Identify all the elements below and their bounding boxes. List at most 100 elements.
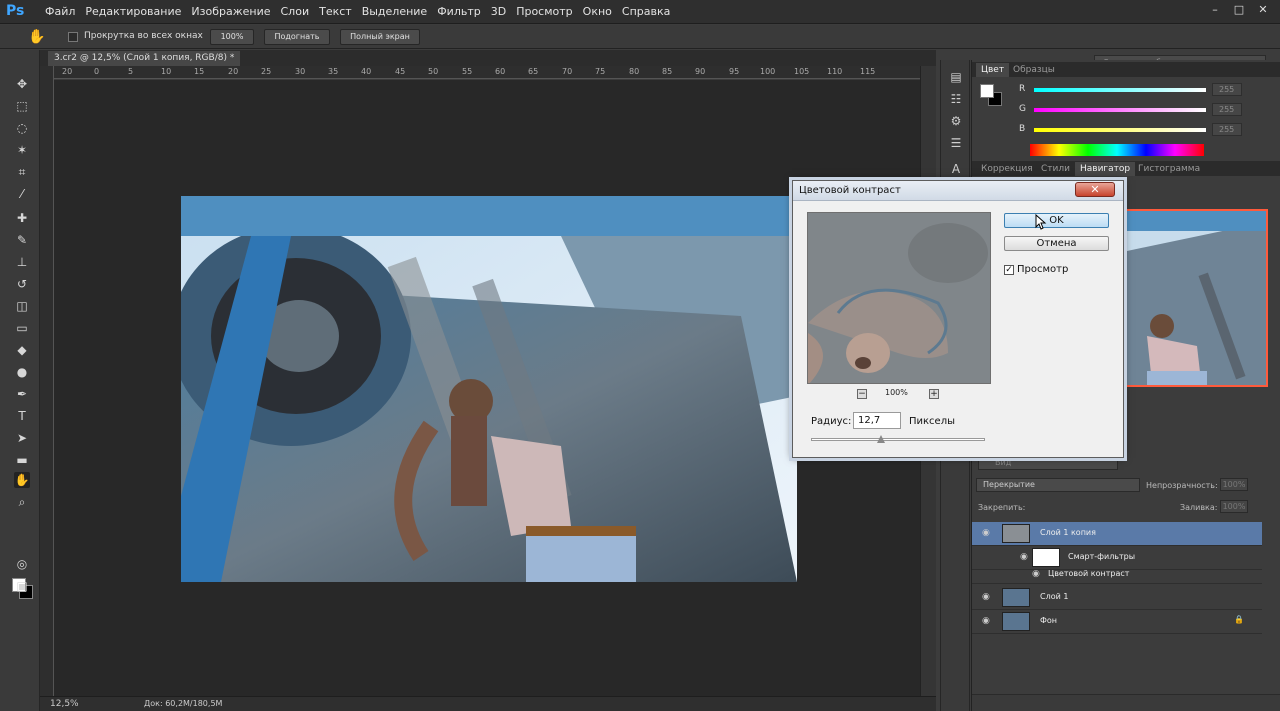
visibility-eye-icon[interactable]: ◉ <box>982 528 990 538</box>
visibility-eye-icon[interactable]: ◉ <box>982 592 990 602</box>
visibility-eye-icon[interactable]: ◉ <box>1032 569 1040 579</box>
maximize-button[interactable]: □ <box>1228 2 1250 18</box>
color-panel-foreground-swatch[interactable] <box>980 84 994 98</box>
channel-g-value[interactable]: 255 <box>1212 103 1242 116</box>
history-brush-icon[interactable]: ↺ <box>14 276 30 292</box>
fit-screen-button[interactable]: Подогнать <box>264 29 330 45</box>
zoom-tool-icon[interactable]: ⌕ <box>14 494 30 510</box>
ruler-tick: 45 <box>395 67 406 76</box>
hand-tool-icon[interactable]: ✋ <box>14 472 30 488</box>
layer-row[interactable]: ◉ Фон 🔒 <box>972 610 1262 634</box>
radius-unit: Пикселы <box>909 416 955 427</box>
visibility-eye-icon[interactable]: ◉ <box>1020 552 1028 562</box>
layer-row[interactable]: ◉ Слой 1 копия <box>972 522 1262 546</box>
opacity-input[interactable]: 100% <box>1220 478 1248 491</box>
menu-help[interactable]: Справка <box>617 5 675 18</box>
actions-panel-icon[interactable]: ⚙ <box>947 112 965 130</box>
visibility-eye-icon[interactable]: ◉ <box>982 616 990 626</box>
status-bar: 12,5% Док: 60,2M/180,5M <box>40 696 936 711</box>
tab-histogram[interactable]: Гистограмма <box>1133 162 1205 176</box>
menu-image[interactable]: Изображение <box>186 5 275 18</box>
menu-filter[interactable]: Фильтр <box>432 5 486 18</box>
dodge-tool-icon[interactable]: ● <box>14 364 30 380</box>
dialog-titlebar[interactable]: Цветовой контраст ✕ <box>793 181 1123 201</box>
zoom-out-icon[interactable]: − <box>857 389 867 399</box>
healing-brush-icon[interactable]: ✚ <box>14 210 30 226</box>
scroll-all-windows-checkbox[interactable] <box>68 32 78 42</box>
menu-select[interactable]: Выделение <box>357 5 433 18</box>
zoom-100-button[interactable]: 100% <box>210 29 254 45</box>
shape-tool-icon[interactable]: ▬ <box>14 452 30 468</box>
layers-bottom-toolbar <box>972 694 1280 711</box>
channel-b-value[interactable]: 255 <box>1212 123 1242 136</box>
hand-tool-icon[interactable]: ✋ <box>28 29 45 45</box>
menu-window[interactable]: Окно <box>578 5 617 18</box>
character-panel-icon[interactable]: A <box>947 160 965 178</box>
menu-view[interactable]: Просмотр <box>511 5 577 18</box>
filter-preview[interactable] <box>807 212 991 384</box>
pen-tool-icon[interactable]: ✒ <box>14 386 30 402</box>
gradient-icon[interactable]: ▭ <box>14 320 30 336</box>
dialog-title: Цветовой контраст <box>799 185 901 196</box>
fullscreen-button[interactable]: Полный экран <box>340 29 420 45</box>
layer-filter-input[interactable]: Вид <box>978 456 1118 470</box>
blur-tool-icon[interactable]: ◆ <box>14 342 30 358</box>
minimize-button[interactable]: – <box>1204 2 1226 18</box>
color-panel-tabs: Цвет Образцы <box>972 62 1280 77</box>
layers-panel: Вид Перекрытие Непрозрачность: 100% Закр… <box>972 448 1280 711</box>
channel-g-slider[interactable] <box>1034 108 1206 112</box>
status-zoom-value[interactable]: 12,5% <box>50 699 79 709</box>
document-image[interactable] <box>181 196 797 582</box>
menu-edit[interactable]: Редактирование <box>80 5 186 18</box>
menu-file[interactable]: Файл <box>40 5 80 18</box>
layer-row[interactable]: ◉ Слой 1 <box>972 586 1262 610</box>
fill-input[interactable]: 100% <box>1220 500 1248 513</box>
close-window-button[interactable]: ✕ <box>1252 2 1274 18</box>
menu-layers[interactable]: Слои <box>276 5 315 18</box>
type-tool-icon[interactable]: T <box>14 408 30 424</box>
stamp-tool-icon[interactable]: ⊥ <box>14 254 30 270</box>
blend-mode-select[interactable]: Перекрытие <box>976 478 1140 492</box>
channel-b-slider[interactable] <box>1034 128 1206 132</box>
layer-row[interactable]: ◉ Цветовой контраст <box>972 566 1262 584</box>
cancel-button[interactable]: Отмена <box>1004 236 1109 251</box>
radius-slider-track[interactable] <box>811 438 985 441</box>
magic-wand-icon[interactable]: ✶ <box>14 142 30 158</box>
brush-tool-icon[interactable]: ✎ <box>14 232 30 248</box>
channel-b-label: B <box>1019 124 1026 134</box>
tab-adjustments[interactable]: Коррекция <box>976 162 1038 176</box>
lasso-tool-icon[interactable]: ◌ <box>14 120 30 136</box>
channel-r-slider[interactable] <box>1034 88 1206 92</box>
document-tab[interactable]: 3.cr2 @ 12,5% (Слой 1 копия, RGB/8) * <box>48 51 241 66</box>
zoom-in-icon[interactable]: + <box>929 389 939 399</box>
color-panel-icon[interactable]: ▤ <box>947 68 965 86</box>
layer-thumbnail <box>1002 588 1030 607</box>
navigator-preview[interactable] <box>1125 209 1268 387</box>
eraser-icon[interactable]: ◫ <box>14 298 30 314</box>
menu-text[interactable]: Текст <box>314 5 357 18</box>
preview-checkbox[interactable]: ✓ <box>1004 265 1014 275</box>
tab-navigator[interactable]: Навигатор <box>1075 162 1136 176</box>
color-spectrum[interactable] <box>1030 144 1204 156</box>
history-panel-icon[interactable]: ☷ <box>947 90 965 108</box>
move-tool-icon[interactable]: ✥ <box>14 76 30 92</box>
ruler-tick: 35 <box>328 67 339 76</box>
crop-tool-icon[interactable]: ⌗ <box>14 164 30 180</box>
photoshop-logo: Ps <box>6 3 25 19</box>
adjustments-panel-icon[interactable]: ☰ <box>947 134 965 152</box>
path-select-icon[interactable]: ➤ <box>14 430 30 446</box>
menu-3d[interactable]: 3D <box>486 5 511 18</box>
channel-r-value[interactable]: 255 <box>1212 83 1242 96</box>
quick-mask-icon[interactable]: ◎ <box>14 556 30 572</box>
ruler-tick: 10 <box>161 67 172 76</box>
radius-input[interactable]: 12,7 <box>853 412 901 429</box>
eyedropper-icon[interactable]: ⁄ <box>14 186 30 202</box>
screen-mode-icon[interactable]: ▣ <box>14 578 30 594</box>
tab-swatches[interactable]: Образцы <box>1008 63 1060 77</box>
dialog-close-button[interactable]: ✕ <box>1075 182 1115 197</box>
tab-styles[interactable]: Стили <box>1036 162 1075 176</box>
ruler-tick: 80 <box>629 67 640 76</box>
tab-color[interactable]: Цвет <box>976 63 1010 77</box>
ok-button[interactable]: OK <box>1004 213 1109 228</box>
marquee-tool-icon[interactable]: ⬚ <box>14 98 30 114</box>
